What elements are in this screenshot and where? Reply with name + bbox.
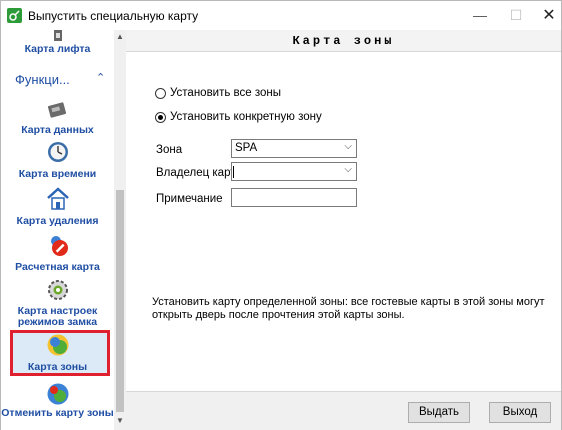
button-bar: Выдать Выход bbox=[126, 391, 561, 430]
chevron-down-icon: ⌵ bbox=[344, 141, 352, 152]
chevron-down-icon: ⌵ bbox=[344, 164, 352, 175]
section-label: Функци... bbox=[15, 72, 70, 87]
clock-icon bbox=[45, 140, 71, 164]
lock-settings-icon bbox=[45, 278, 71, 302]
window-title: Выпустить специальную карту bbox=[28, 9, 199, 23]
sidebar-item-label: Карта данных bbox=[21, 124, 94, 136]
note-label: Примечание bbox=[156, 193, 223, 205]
minimize-button[interactable]: — bbox=[462, 1, 498, 30]
radio-label: Установить все зоны bbox=[170, 87, 282, 99]
lift-card-icon bbox=[53, 30, 63, 42]
zone-label: Зона bbox=[156, 144, 183, 156]
zone-card-icon bbox=[45, 333, 71, 357]
main-panel: Карта зоны Установить все зоны Установит… bbox=[126, 30, 561, 430]
sidebar-item-lift-card[interactable]: Карта лифта bbox=[1, 30, 114, 60]
note-input[interactable] bbox=[231, 188, 357, 207]
info-text: Установить карту определенной зоны: все … bbox=[152, 296, 545, 321]
house-icon bbox=[45, 187, 71, 211]
title-bar: Выпустить специальную карту — ☐ ✕ bbox=[1, 1, 561, 30]
cancel-zone-icon bbox=[45, 382, 71, 406]
app-window: Выпустить специальную карту — ☐ ✕ Карта … bbox=[0, 0, 562, 430]
sidebar-item-delete-card[interactable]: Карта удаления bbox=[1, 187, 114, 231]
sidebar-item-label: Отменить карту зоны bbox=[1, 407, 114, 419]
close-button[interactable]: ✕ bbox=[531, 1, 562, 30]
owner-select[interactable]: ⌵ bbox=[231, 162, 357, 181]
radio-button-checked[interactable] bbox=[155, 112, 166, 123]
sidebar-item-label: Карта удаления bbox=[16, 215, 99, 227]
maximize-button[interactable]: ☐ bbox=[498, 1, 534, 30]
zone-select[interactable]: SPA ⌵ bbox=[231, 139, 357, 158]
sidebar-item-label: Расчетная карта bbox=[15, 261, 100, 273]
sidebar-item-settlement-card[interactable]: Расчетная карта bbox=[1, 233, 114, 277]
sidebar-scrollbar[interactable]: ▲ ▼ bbox=[114, 30, 126, 430]
sidebar-item-label-line2: режимов замка bbox=[17, 316, 98, 328]
sidebar-item-data-card[interactable]: Карта данных bbox=[1, 98, 114, 138]
sidebar: Карта лифта Функци... ⌃ Карта данных Кар… bbox=[1, 30, 114, 430]
radio-button[interactable] bbox=[155, 88, 166, 99]
sidebar-item-time-card[interactable]: Карта времени bbox=[1, 140, 114, 184]
sidebar-section-functions[interactable]: Функци... ⌃ bbox=[1, 63, 114, 93]
scrollbar-thumb[interactable] bbox=[116, 190, 124, 412]
zone-select-value: SPA bbox=[235, 142, 258, 154]
scroll-up-icon[interactable]: ▲ bbox=[114, 30, 126, 44]
app-logo-icon bbox=[7, 8, 22, 23]
text-cursor bbox=[233, 166, 234, 178]
sidebar-item-label: Карта лифта bbox=[24, 43, 91, 55]
scroll-down-icon[interactable]: ▼ bbox=[114, 414, 126, 428]
sidebar-item-lock-settings-card[interactable]: Карта настроек режимов замка bbox=[1, 278, 114, 330]
panel-header: Карта зоны bbox=[126, 30, 561, 52]
sidebar-item-label: Карта времени bbox=[18, 168, 97, 180]
chevron-up-icon: ⌃ bbox=[96, 72, 106, 84]
sidebar-item-label: Карта зоны bbox=[27, 361, 88, 373]
radio-label: Установить конкретную зону bbox=[170, 111, 322, 123]
sidebar-item-cancel-zone-card[interactable]: Отменить карту зоны bbox=[1, 382, 114, 422]
data-card-icon bbox=[45, 98, 71, 122]
sidebar-item-zone-card[interactable]: Карта зоны bbox=[1, 331, 114, 375]
page-title: Карта зоны bbox=[292, 34, 395, 48]
exit-button[interactable]: Выход bbox=[489, 402, 551, 423]
issue-button[interactable]: Выдать bbox=[408, 402, 470, 423]
settlement-card-icon bbox=[45, 233, 71, 257]
